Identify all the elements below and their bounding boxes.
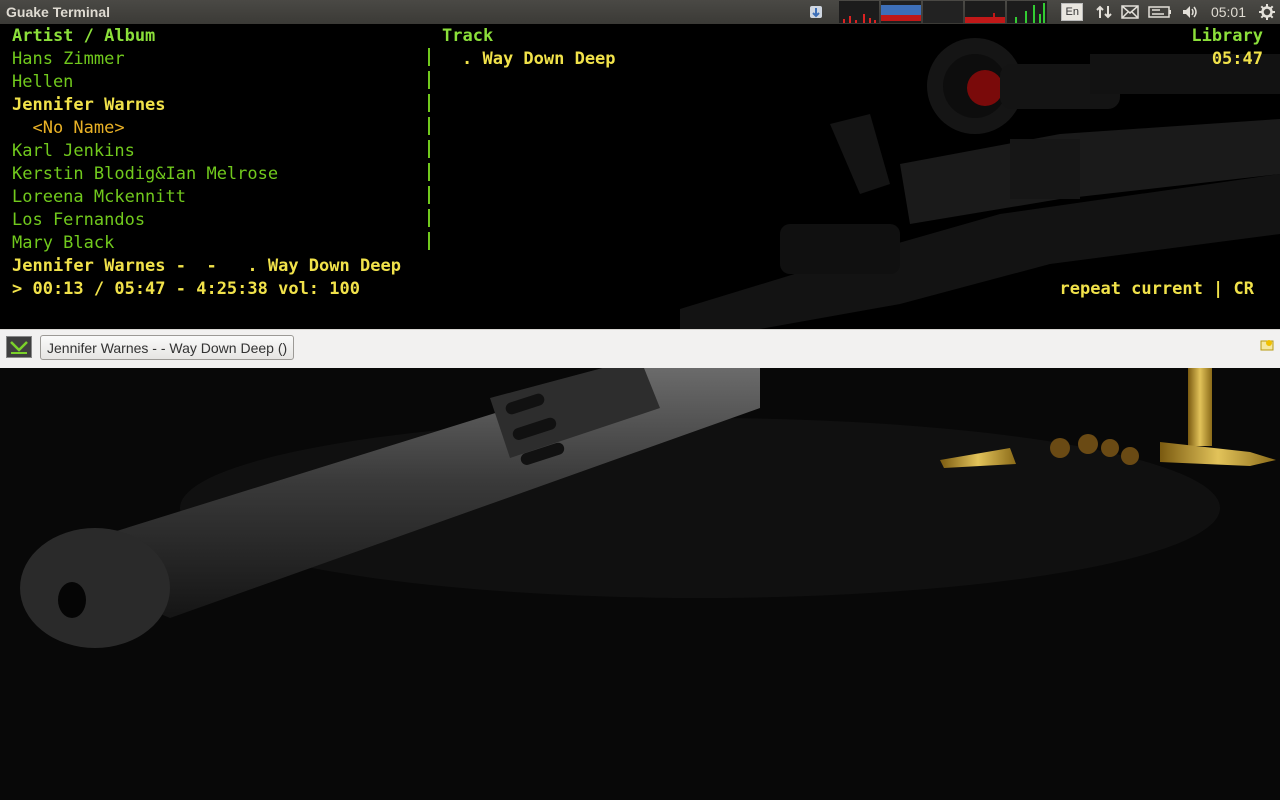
swap-graph bbox=[923, 1, 964, 23]
track-duration: 05:47 bbox=[1211, 49, 1263, 69]
gear-icon[interactable] bbox=[1254, 0, 1280, 24]
guake-terminal[interactable]: Artist / Album Track Library Hans Zimmer… bbox=[0, 24, 1280, 329]
clock[interactable]: 05:01 bbox=[1203, 4, 1254, 20]
wallpaper-image bbox=[0, 368, 1280, 800]
notification-icon[interactable] bbox=[1260, 338, 1274, 352]
cpu-graph bbox=[839, 1, 880, 23]
track-row-selected[interactable]: . Way Down Deep bbox=[462, 48, 616, 71]
list-item-artist[interactable]: Mary Black bbox=[12, 232, 114, 255]
playback-status: > 00:13 / 05:47 - 4:25:38 vol: 100 bbox=[12, 279, 360, 299]
now-playing: Jennifer Warnes - - . Way Down Deep bbox=[12, 256, 401, 276]
network-transfer-icon[interactable] bbox=[1091, 0, 1117, 24]
volume-icon[interactable] bbox=[1177, 0, 1203, 24]
list-item-artist[interactable]: Hans Zimmer bbox=[12, 48, 125, 71]
indicator-area: En 05:01 bbox=[803, 0, 1280, 24]
updates-icon[interactable] bbox=[803, 0, 829, 24]
network-graph bbox=[1007, 1, 1048, 23]
terminal-add-icon[interactable] bbox=[6, 336, 32, 358]
column-header-track: Track bbox=[442, 26, 494, 46]
column-divider bbox=[428, 48, 430, 254]
column-header-artist-album: Artist / Album bbox=[12, 26, 156, 46]
list-item-artist[interactable]: Kerstin Blodig&Ian Melrose bbox=[12, 163, 278, 186]
view-label-library: Library bbox=[1191, 26, 1263, 46]
mail-icon[interactable] bbox=[1117, 0, 1143, 24]
list-item-artist-selected[interactable]: Jennifer Warnes bbox=[12, 94, 166, 117]
system-monitor-icon[interactable] bbox=[839, 1, 1048, 23]
list-item-artist[interactable]: Loreena Mckennitt bbox=[12, 186, 186, 209]
top-panel: Guake Terminal En 05:01 bbox=[0, 0, 1280, 24]
window-title: Guake Terminal bbox=[6, 4, 111, 20]
keyboard-layout-indicator[interactable]: En bbox=[1061, 3, 1083, 21]
list-item-album[interactable]: <No Name> bbox=[12, 117, 124, 140]
list-item-artist[interactable]: Karl Jenkins bbox=[12, 140, 135, 163]
desktop-wallpaper bbox=[0, 368, 1280, 800]
terminal-tab-bar: Jennifer Warnes - - Way Down Deep () bbox=[0, 329, 1280, 368]
battery-icon[interactable] bbox=[1143, 0, 1177, 24]
playback-modes: repeat current | CR bbox=[1059, 279, 1254, 299]
list-item-artist[interactable]: Los Fernandos bbox=[12, 209, 145, 232]
list-item-artist[interactable]: Hellen bbox=[12, 71, 73, 94]
memory-graph bbox=[881, 1, 922, 23]
terminal-tab[interactable]: Jennifer Warnes - - Way Down Deep () bbox=[40, 335, 295, 360]
load-graph bbox=[965, 1, 1006, 23]
